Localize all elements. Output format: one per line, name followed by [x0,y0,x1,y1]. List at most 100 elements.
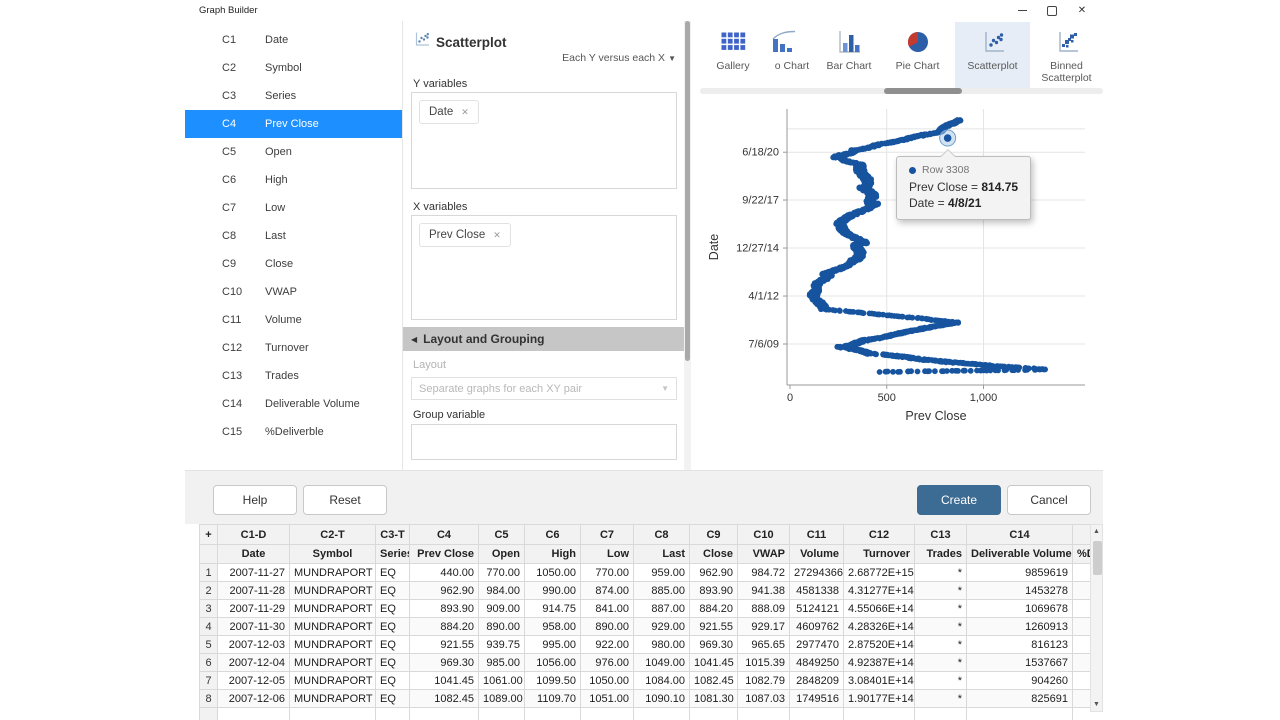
cell[interactable]: 9859619 [967,564,1073,582]
cell[interactable]: 1749516 [790,690,844,708]
cell[interactable]: 922.00 [581,636,634,654]
cell[interactable]: 1041.45 [410,672,479,690]
tab-gallery[interactable]: Gallery [700,22,766,88]
cell[interactable]: EQ [376,600,410,618]
cell[interactable]: 893.90 [690,582,738,600]
cell[interactable]: 969.30 [410,654,479,672]
column-header[interactable]: C10 [738,525,790,545]
cell[interactable] [634,708,690,720]
cell[interactable] [967,708,1073,720]
column-name-header[interactable]: Date [218,545,290,564]
cell[interactable]: 929.17 [738,618,790,636]
cell[interactable]: 874.00 [581,582,634,600]
tab-pie-chart[interactable]: Pie Chart [880,22,955,88]
cell[interactable] [1073,636,1091,654]
cell[interactable] [290,708,376,720]
cell[interactable] [690,708,738,720]
cell[interactable]: MUNDRAPORT [290,690,376,708]
cell[interactable]: 2977470 [790,636,844,654]
cell[interactable]: EQ [376,564,410,582]
cell[interactable] [1073,600,1091,618]
column-item-c12[interactable]: C12Turnover [185,334,402,362]
cell[interactable]: 909.00 [479,600,525,618]
cell[interactable]: 888.09 [738,600,790,618]
cell[interactable]: * [915,564,967,582]
column-header[interactable]: C13 [915,525,967,545]
cell[interactable]: 890.00 [479,618,525,636]
cell[interactable]: 885.00 [634,582,690,600]
column-item-c13[interactable]: C13Trades [185,362,402,390]
worksheet[interactable]: +C1-DC2-TC3-TC4C5C6C7C8C9C10C11C12C13C14… [199,524,1090,720]
scatterplot-canvas[interactable]: 6/18/209/22/1712/27/144/1/127/6/0905001,… [691,95,1103,470]
cell[interactable]: 1260913 [967,618,1073,636]
cell[interactable]: 921.55 [690,618,738,636]
create-button[interactable]: Create [917,485,1001,515]
minimize-button[interactable] [1007,0,1037,21]
cell[interactable]: 1089.00 [479,690,525,708]
column-header[interactable]: C11 [790,525,844,545]
cell[interactable] [1073,618,1091,636]
column-name-header[interactable]: %D [1073,545,1091,564]
cell[interactable]: 2007-11-30 [218,618,290,636]
cell[interactable]: 941.38 [738,582,790,600]
cell[interactable]: 2007-11-29 [218,600,290,618]
column-name-header[interactable]: VWAP [738,545,790,564]
cell[interactable] [1073,582,1091,600]
column-item-c3[interactable]: C3Series [185,82,402,110]
column-header[interactable]: C4 [410,525,479,545]
column-item-c5[interactable]: C5Open [185,138,402,166]
scroll-up-icon[interactable]: ▲ [1091,525,1102,538]
cell[interactable]: 770.00 [479,564,525,582]
cell[interactable]: 1109.70 [525,690,581,708]
column-header[interactable]: C5 [479,525,525,545]
cell[interactable]: 27294366 [790,564,844,582]
cell[interactable]: 939.75 [479,636,525,654]
cell[interactable]: 984.00 [479,582,525,600]
cell[interactable]: 959.00 [634,564,690,582]
column-name-header[interactable]: Trades [915,545,967,564]
cell[interactable]: 929.00 [634,618,690,636]
column-name-header[interactable]: Close [690,545,738,564]
cell[interactable]: 884.20 [690,600,738,618]
cell[interactable]: 2007-11-28 [218,582,290,600]
gallery-scrollbar[interactable] [700,88,1103,94]
row-number[interactable]: 6 [200,654,218,672]
cell[interactable]: 4.31277E+14 [844,582,915,600]
cell[interactable] [581,708,634,720]
cell[interactable]: * [915,672,967,690]
layout-select[interactable]: Separate graphs for each XY pair▼ [411,377,677,400]
tab-bar-chart[interactable]: Bar Chart [818,22,880,88]
row-number[interactable]: 4 [200,618,218,636]
cell[interactable]: 1087.03 [738,690,790,708]
cell[interactable]: 1050.00 [581,672,634,690]
column-name-header[interactable]: Symbol [290,545,376,564]
cell[interactable]: 1041.45 [690,654,738,672]
worksheet-scrollbar[interactable]: ▲ ▼ [1090,524,1103,712]
restore-button[interactable] [1037,0,1067,21]
cell[interactable] [410,708,479,720]
column-item-c2[interactable]: C2Symbol [185,54,402,82]
cell[interactable]: 984.72 [738,564,790,582]
row-number[interactable] [200,708,218,720]
cell[interactable]: 914.75 [525,600,581,618]
cell[interactable]: MUNDRAPORT [290,582,376,600]
cell[interactable] [479,708,525,720]
tab-scatterplot[interactable]: Scatterplot [955,22,1030,88]
cell[interactable] [1073,564,1091,582]
cell[interactable]: 884.20 [410,618,479,636]
cell[interactable]: 1015.39 [738,654,790,672]
column-item-c8[interactable]: C8Last [185,222,402,250]
cell[interactable]: EQ [376,672,410,690]
cell[interactable]: 2.87520E+14 [844,636,915,654]
cell[interactable]: 1084.00 [634,672,690,690]
cell[interactable]: * [915,636,967,654]
cell[interactable]: 1537667 [967,654,1073,672]
cell[interactable]: 995.00 [525,636,581,654]
column-name-header[interactable]: Low [581,545,634,564]
cell[interactable]: EQ [376,636,410,654]
cell[interactable]: MUNDRAPORT [290,618,376,636]
cell[interactable]: 921.55 [410,636,479,654]
row-number[interactable]: 1 [200,564,218,582]
scrollbar-thumb[interactable] [1093,541,1102,575]
cell[interactable]: 962.90 [690,564,738,582]
